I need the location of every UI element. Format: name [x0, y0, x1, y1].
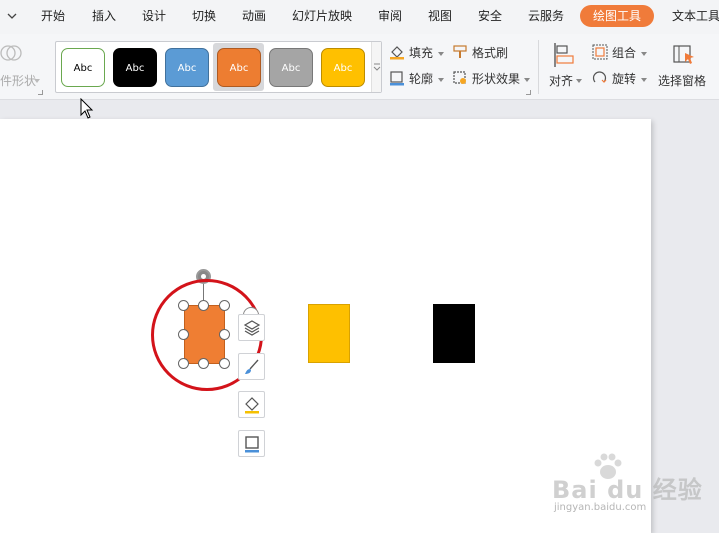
menu-item-home[interactable]: 开始: [41, 8, 65, 24]
menu-bar: 开始 插入 设计 切换 动画 幻灯片放映 审阅 视图 安全 云服务 绘图工具 文…: [0, 0, 719, 34]
yellow-rectangle[interactable]: [308, 304, 350, 363]
menu-item-view[interactable]: 视图: [428, 8, 452, 24]
watermark-brand: Bai du 经验: [552, 476, 703, 504]
quick-outline-button[interactable]: [238, 430, 265, 457]
quick-fill-button[interactable]: [238, 391, 265, 418]
group-icon[interactable]: [592, 44, 608, 60]
menu-item-design[interactable]: 设计: [142, 8, 166, 24]
format-painter-icon[interactable]: [452, 44, 468, 60]
fill-bucket-icon[interactable]: [389, 44, 405, 60]
outline-icon: [245, 436, 259, 453]
mouse-pointer-icon: [80, 98, 94, 119]
edit-shape-label[interactable]: 件形状: [0, 74, 36, 88]
layers-icon: [243, 320, 261, 336]
outline-label[interactable]: 轮廓: [409, 72, 433, 86]
style-brush-button[interactable]: [238, 353, 265, 380]
brush-icon: [245, 359, 259, 374]
style-swatch[interactable]: Abc: [269, 48, 313, 87]
more-icon: [373, 63, 381, 71]
edit-shape-icon[interactable]: [0, 42, 22, 64]
format-painter-label[interactable]: 格式刷: [472, 46, 508, 60]
menu-item-security[interactable]: 安全: [478, 8, 502, 24]
style-swatch[interactable]: Abc: [321, 48, 365, 87]
chevron-down-icon[interactable]: [6, 10, 18, 22]
baidu-watermark: Bai du 经验 jingyan.baidu.com: [548, 452, 702, 532]
menu-item-slideshow[interactable]: 幻灯片放映: [292, 8, 352, 24]
menu-item-drawing-tools[interactable]: 绘图工具: [580, 5, 654, 27]
group-label[interactable]: 组合: [612, 46, 636, 60]
fill-bucket-icon: [245, 397, 259, 414]
shape-effects-label[interactable]: 形状效果: [472, 72, 520, 86]
black-rectangle[interactable]: [433, 304, 475, 363]
dialog-launcher-icon[interactable]: [526, 90, 531, 95]
rotate-icon[interactable]: [592, 70, 608, 86]
style-swatch[interactable]: Abc: [217, 48, 261, 87]
outline-icon[interactable]: [389, 70, 405, 86]
gallery-scroll-button[interactable]: [371, 42, 381, 92]
menu-item-insert[interactable]: 插入: [92, 8, 116, 24]
style-swatch[interactable]: Abc: [61, 48, 105, 87]
style-swatch[interactable]: Abc: [165, 48, 209, 87]
menu-item-cloud-services[interactable]: 云服务: [528, 8, 564, 24]
menu-item-transitions[interactable]: 切换: [192, 8, 216, 24]
menu-item-text-tools[interactable]: 文本工具: [672, 8, 719, 24]
menu-item-animations[interactable]: 动画: [242, 8, 266, 24]
style-swatch[interactable]: Abc: [113, 48, 157, 87]
align-icon[interactable]: [553, 42, 575, 68]
chevron-down-icon[interactable]: [438, 78, 444, 82]
rotate-label[interactable]: 旋转: [612, 72, 636, 86]
menu-item-review[interactable]: 审阅: [378, 8, 402, 24]
chevron-down-icon[interactable]: [576, 79, 582, 83]
shape-effects-icon[interactable]: [452, 70, 468, 86]
ribbon-toolbar: 件形状 Abc Abc Abc Abc Abc Abc 填充 轮廓 格式刷 形状…: [0, 34, 719, 100]
align-label[interactable]: 对齐: [549, 74, 573, 88]
dialog-launcher-icon[interactable]: [38, 90, 43, 95]
selection-pane-icon[interactable]: [672, 43, 696, 67]
fill-label[interactable]: 填充: [409, 46, 433, 60]
selection-pane-label[interactable]: 选择窗格: [658, 74, 706, 88]
chevron-down-icon[interactable]: [641, 52, 647, 56]
chevron-down-icon[interactable]: [641, 78, 647, 82]
layers-button[interactable]: [238, 314, 265, 341]
chevron-down-icon[interactable]: [524, 78, 530, 82]
shape-style-gallery: Abc Abc Abc Abc Abc Abc: [55, 41, 382, 93]
chevron-down-icon[interactable]: [438, 52, 444, 56]
chevron-down-icon: [34, 79, 40, 83]
watermark-url: jingyan.baidu.com: [554, 502, 647, 513]
ribbon-divider: [538, 40, 539, 94]
